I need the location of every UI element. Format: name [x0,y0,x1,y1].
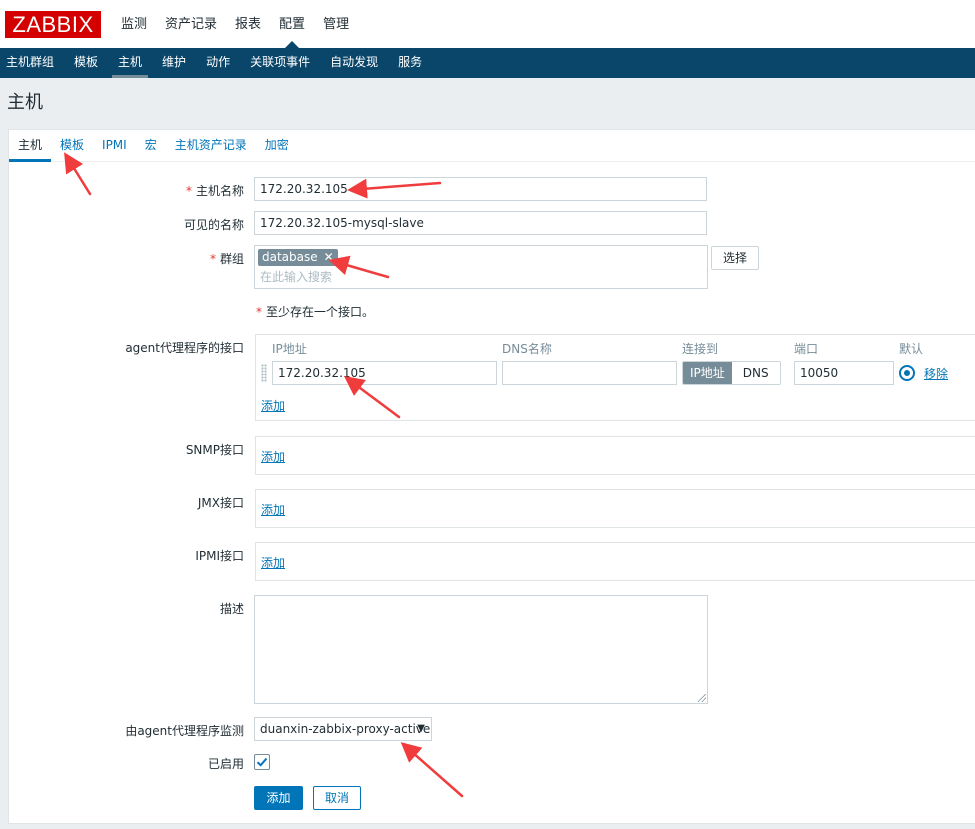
drag-handle-icon[interactable] [261,364,267,382]
zabbix-logo[interactable]: ZABBIX [5,11,101,38]
form-tabs: 主机 模板 IPMI 宏 主机资产记录 加密 [9,130,975,162]
main-menu: 监测 资产记录 报表 配置 管理 [112,0,358,48]
top-bar: ZABBIX 监测 资产记录 报表 配置 管理 [0,0,975,48]
resize-grip-icon[interactable] [698,694,706,702]
tab-macros[interactable]: 宏 [136,130,166,161]
sub-menu: 主机群组 模板 主机 维护 动作 关联项事件 自动发现 服务 [0,48,975,78]
host-form-panel: 主机 模板 IPMI 宏 主机资产记录 加密 * 主机名称 172.20.32.1… [8,129,975,824]
chip-remove-icon[interactable]: ✕ [324,250,334,264]
submenu-templates[interactable]: 模板 [68,48,104,78]
agent-dns-input[interactable] [502,361,677,385]
connect-to-toggle: IP地址 DNS [682,361,781,385]
menu-reports[interactable]: 报表 [226,0,270,48]
visible-name-label: 可见的名称 [183,218,244,232]
submenu-event-correlation[interactable]: 关联项事件 [244,48,316,78]
menu-inventory[interactable]: 资产记录 [156,0,226,48]
submenu-hosts[interactable]: 主机 [112,48,149,78]
groups-multiselect[interactable]: database ✕ 在此输入搜索 [254,245,708,289]
col-default-header: 默认 [899,342,924,356]
connect-ip-button[interactable]: IP地址 [683,362,732,384]
required-mark: * [185,184,192,198]
remove-interface-link[interactable]: 移除 [924,365,948,382]
submenu-discovery[interactable]: 自动发现 [324,48,384,78]
snmp-interfaces-label: SNMP接口 [185,443,244,457]
connect-dns-button[interactable]: DNS [731,362,780,384]
checkmark-icon [256,757,268,767]
groups-search-placeholder[interactable]: 在此输入搜索 [260,268,332,285]
submenu-maintenance[interactable]: 维护 [156,48,192,78]
enabled-checkbox[interactable] [254,754,270,770]
group-chip: database ✕ [258,249,338,266]
monitored-by-proxy-label: 由agent代理程序监测 [125,724,244,738]
page-title: 主机 [7,92,43,113]
cancel-button[interactable]: 取消 [313,786,361,810]
proxy-select[interactable]: duanxin-zabbix-proxy-active ▼ [254,717,432,741]
col-port-header: 端口 [794,342,819,356]
snmp-interfaces-box: 添加 [255,436,975,475]
agent-ip-input[interactable]: 172.20.32.105 [272,361,497,385]
agent-interfaces-label: agent代理程序的接口 [125,341,244,355]
ipmi-interfaces-label: IPMI接口 [195,549,244,563]
tab-inventory[interactable]: 主机资产记录 [166,130,256,161]
add-jmx-interface-link[interactable]: 添加 [261,501,285,518]
description-textarea[interactable] [254,595,708,704]
submenu-services[interactable]: 服务 [392,48,428,78]
submenu-host-groups[interactable]: 主机群组 [0,48,60,78]
menu-monitoring[interactable]: 监测 [112,0,156,48]
col-dns-header: DNS名称 [502,342,552,356]
interface-note: * 至少存在一个接口。 [256,305,375,319]
submenu-actions[interactable]: 动作 [200,48,236,78]
host-name-label: * 主机名称 [185,184,244,198]
agent-interfaces-box: IP地址 DNS名称 连接到 端口 默认 172.20.32.105 IP地址 … [255,334,975,421]
jmx-interfaces-label: JMX接口 [197,496,244,510]
tab-templates[interactable]: 模板 [51,130,93,161]
description-label: 描述 [219,602,244,616]
host-name-input[interactable]: 172.20.32.105 [254,177,707,201]
dropdown-arrow-icon: ▼ [417,723,425,734]
add-agent-interface-link[interactable]: 添加 [261,397,285,414]
add-ipmi-interface-link[interactable]: 添加 [261,554,285,571]
col-connect-header: 连接到 [682,342,719,356]
enabled-label: 已启用 [207,757,244,771]
col-ip-header: IP地址 [272,342,307,356]
add-snmp-interface-link[interactable]: 添加 [261,448,285,465]
agent-port-input[interactable]: 10050 [794,361,894,385]
jmx-interfaces-box: 添加 [255,489,975,528]
tab-host[interactable]: 主机 [9,130,52,162]
select-groups-button[interactable]: 选择 [711,246,759,270]
required-mark: * [209,252,216,266]
tab-ipmi[interactable]: IPMI [93,130,136,161]
default-interface-radio[interactable] [899,365,915,381]
visible-name-input[interactable]: 172.20.32.105-mysql-slave [254,211,707,235]
groups-label: * 群组 [209,252,244,266]
menu-configuration[interactable]: 配置 [270,0,314,48]
add-button[interactable]: 添加 [254,786,303,810]
tab-encryption[interactable]: 加密 [256,130,298,161]
menu-administration[interactable]: 管理 [314,0,358,48]
ipmi-interfaces-box: 添加 [255,542,975,581]
